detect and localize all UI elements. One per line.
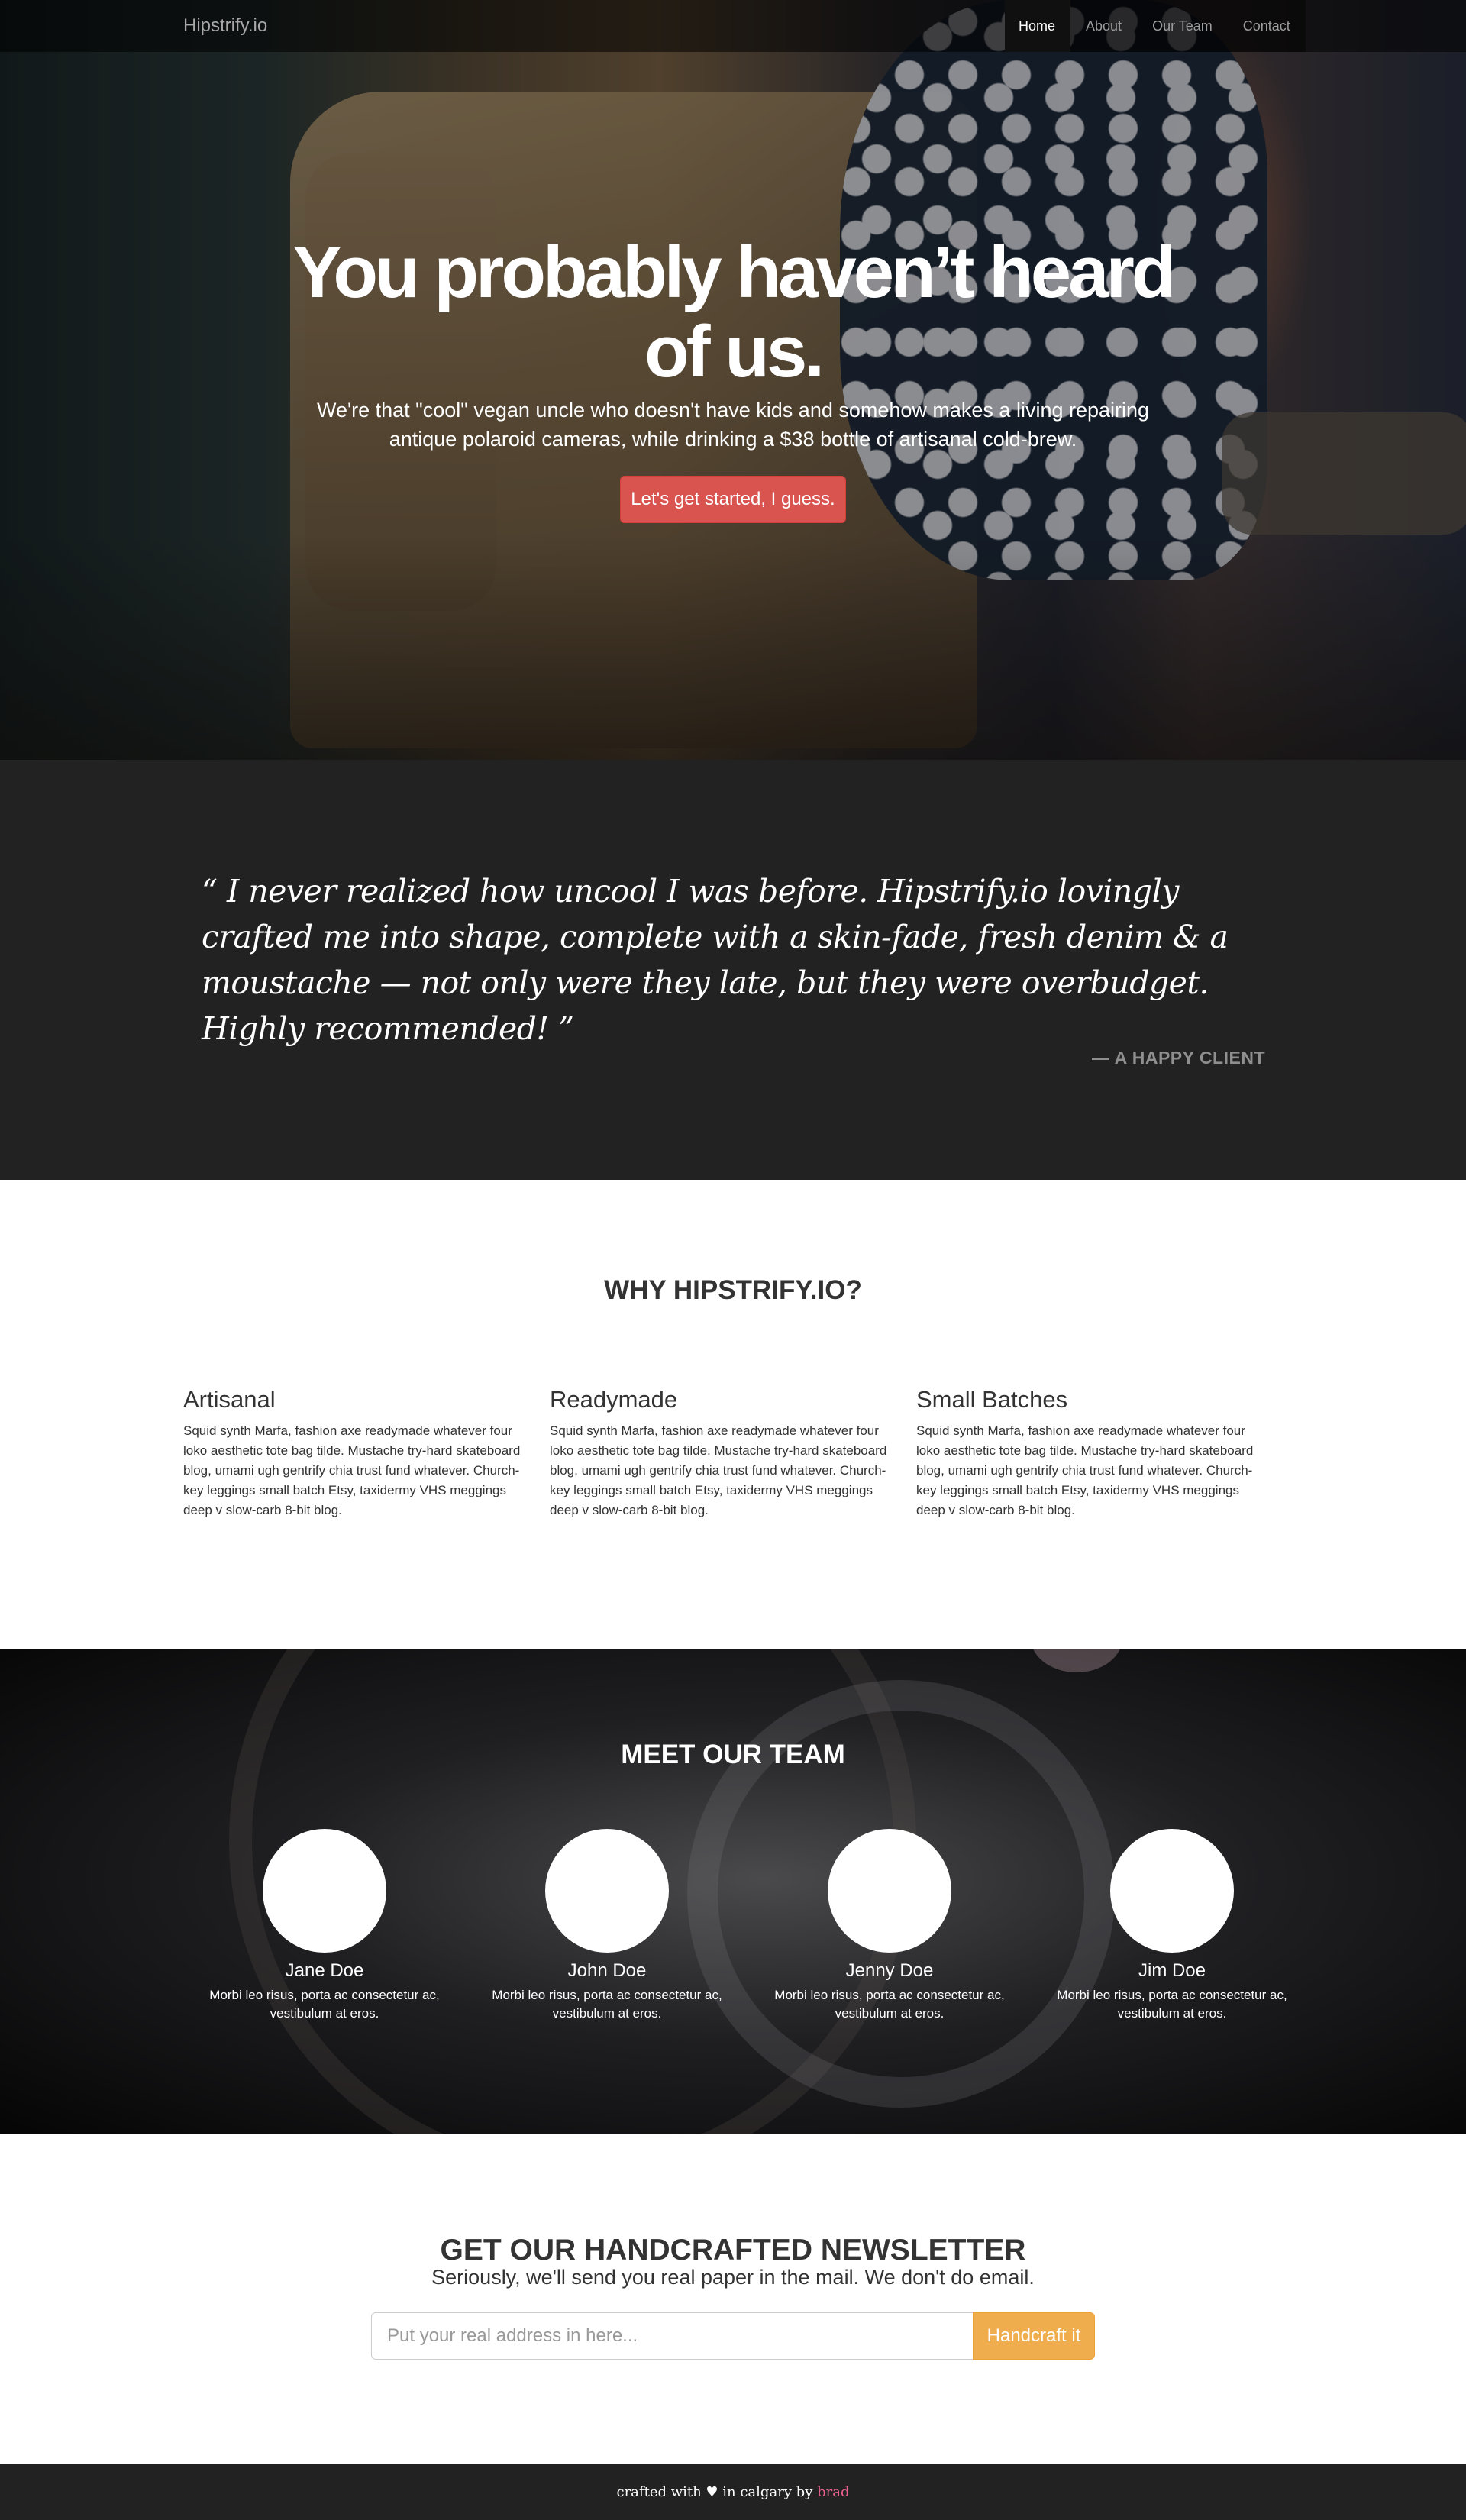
feature-heading: Small Batches (916, 1386, 1068, 1413)
nav-item-contact[interactable]: Contact (1228, 0, 1306, 52)
member-bio: Morbi leo risus, porta ac consectetur ac… (492, 1988, 722, 2021)
footer-text: crafted with ♥ in calgary by (616, 2484, 818, 2500)
get-started-button[interactable]: Let's get started, I guess. (620, 476, 846, 523)
nav-item-our-team[interactable]: Our Team (1137, 0, 1228, 52)
features-row: Artisanal Squid synth Marfa, fashion axe… (183, 1386, 1283, 1520)
feature-body: Squid synth Marfa, fashion axe readymade… (183, 1423, 521, 1517)
feature-artisanal: Artisanal Squid synth Marfa, fashion axe… (183, 1386, 550, 1520)
handcraft-it-button[interactable]: Handcraft it (973, 2312, 1095, 2360)
avatar (1110, 1829, 1234, 1953)
footer: crafted with ♥ in calgary by brad (0, 2464, 1466, 2520)
team-background-shape (1031, 1649, 1122, 1672)
hero-section: You probably haven’t heard of us. We're … (0, 0, 1466, 760)
avatar (828, 1829, 951, 1953)
avatar (263, 1829, 386, 1953)
feature-heading: Readymade (550, 1386, 678, 1413)
brand-link[interactable]: Hipstrify.io (183, 15, 267, 37)
nav-item-about[interactable]: About (1070, 0, 1137, 52)
team-member: Jane Doe Morbi leo risus, porta ac conse… (183, 1829, 466, 2023)
team-member: Jim Doe Morbi leo risus, porta ac consec… (1031, 1829, 1313, 2023)
team-title: MEET OUR TEAM (621, 1740, 845, 1769)
hero-subtitle: We're that "cool" vegan uncle who doesn'… (316, 399, 1150, 451)
testimonial-quote: “ I never realized how uncool I was befo… (202, 873, 1229, 1047)
member-name: Jenny Doe (845, 1960, 934, 1981)
member-bio: Morbi leo risus, porta ac consectetur ac… (774, 1988, 1005, 2021)
top-navbar: Hipstrify.io Home About Our Team Contact (0, 0, 1466, 52)
hero-title: You probably haven’t heard of us. (292, 231, 1176, 393)
nav-item-home[interactable]: Home (1005, 0, 1071, 52)
newsletter-section: GET OUR HANDCRAFTED NEWSLETTER Seriously… (0, 2134, 1466, 2464)
team-members: Jane Doe Morbi leo risus, porta ac conse… (183, 1829, 1313, 2023)
address-input[interactable] (371, 2312, 973, 2360)
newsletter-title: GET OUR HANDCRAFTED NEWSLETTER (440, 2234, 1026, 2266)
feature-readymade: Readymade Squid synth Marfa, fashion axe… (550, 1386, 916, 1520)
why-section: WHY HIPSTRIFY.IO? Artisanal Squid synth … (0, 1180, 1466, 1649)
feature-heading: Artisanal (183, 1386, 276, 1413)
team-member: Jenny Doe Morbi leo risus, porta ac cons… (748, 1829, 1031, 2023)
member-name: Jim Doe (1138, 1960, 1206, 1981)
why-title: WHY HIPSTRIFY.IO? (604, 1275, 862, 1305)
feature-body: Squid synth Marfa, fashion axe readymade… (916, 1423, 1254, 1517)
member-name: John Doe (567, 1960, 647, 1981)
member-name: Jane Doe (285, 1960, 364, 1981)
testimonial-section: “ I never realized how uncool I was befo… (0, 760, 1466, 1180)
footer-author-link[interactable]: brad (817, 2484, 849, 2500)
testimonial-attribution: — A HAPPY CLIENT (1092, 1048, 1265, 1068)
feature-small-batches: Small Batches Squid synth Marfa, fashion… (916, 1386, 1283, 1520)
nav-menu: Home About Our Team Contact (1005, 0, 1306, 52)
newsletter-form: Handcraft it (371, 2312, 1095, 2360)
team-section: MEET OUR TEAM Jane Doe Morbi leo risus, … (0, 1649, 1466, 2134)
member-bio: Morbi leo risus, porta ac consectetur ac… (209, 1988, 440, 2021)
feature-body: Squid synth Marfa, fashion axe readymade… (550, 1423, 887, 1517)
newsletter-subtitle: Seriously, we'll send you real paper in … (431, 2266, 1035, 2289)
member-bio: Morbi leo risus, porta ac consectetur ac… (1057, 1988, 1287, 2021)
avatar (545, 1829, 669, 1953)
team-member: John Doe Morbi leo risus, porta ac conse… (466, 1829, 748, 2023)
